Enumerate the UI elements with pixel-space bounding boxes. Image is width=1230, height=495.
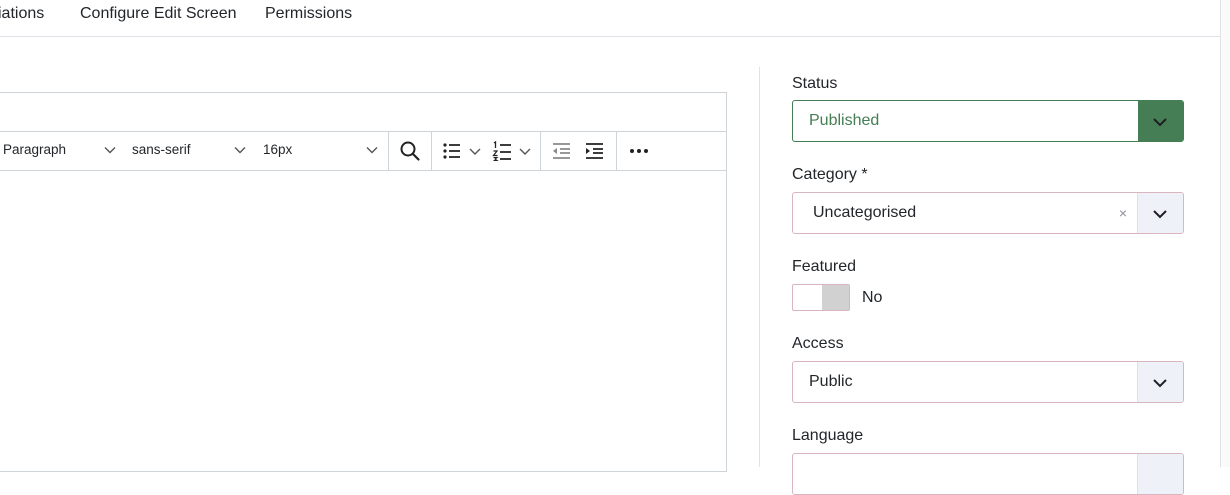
outdent-icon — [553, 143, 570, 159]
toggle-knob — [822, 285, 849, 310]
access-value: Public — [809, 373, 853, 390]
status-dropdown-button[interactable] — [1138, 101, 1183, 141]
toolbar-divider — [540, 131, 541, 170]
font-family-select[interactable]: sans-serif — [125, 131, 255, 170]
chevron-down-icon — [1153, 118, 1167, 127]
featured-label: Featured — [792, 258, 857, 275]
chevron-down-icon — [1153, 210, 1167, 219]
editor-menubar — [0, 93, 726, 132]
chevron-down-icon — [104, 147, 116, 154]
toolbar-divider — [388, 131, 389, 170]
status-select[interactable]: Published — [792, 100, 1184, 142]
bullet-list-button[interactable] — [441, 139, 485, 163]
category-value: Uncategorised — [813, 204, 917, 221]
font-size-value: 16px — [263, 142, 293, 157]
search-icon — [400, 141, 420, 161]
font-size-select[interactable]: 16px — [255, 131, 389, 170]
tab-configure-edit-screen[interactable]: Configure Edit Screen — [80, 5, 237, 23]
featured-state: No — [862, 289, 883, 306]
numbered-list-button[interactable] — [491, 139, 535, 163]
language-select[interactable] — [792, 453, 1184, 495]
language-dropdown-button[interactable] — [1137, 454, 1183, 494]
editor-content-area[interactable] — [0, 171, 726, 471]
block-format-value: Paragraph — [3, 142, 67, 157]
panel-divider — [759, 67, 760, 467]
font-family-value: sans-serif — [132, 142, 191, 157]
more-icon — [630, 149, 648, 153]
block-format-select[interactable]: Paragraph — [0, 131, 125, 170]
clear-icon[interactable]: × — [1119, 205, 1127, 221]
search-replace-button[interactable] — [398, 139, 422, 163]
bullet-list-icon — [443, 143, 481, 159]
chevron-down-icon — [366, 147, 378, 154]
category-dropdown-button[interactable] — [1137, 193, 1183, 233]
status-value: Published — [809, 112, 880, 129]
outdent-button[interactable] — [550, 139, 574, 163]
tab-bar: iations Configure Edit Screen Permission… — [0, 0, 1220, 37]
toolbar-divider — [431, 131, 432, 170]
indent-icon — [586, 143, 603, 159]
category-label: Category * — [792, 166, 868, 183]
access-select[interactable]: Public — [792, 361, 1184, 403]
access-label: Access — [792, 335, 844, 352]
featured-toggle[interactable] — [792, 284, 850, 311]
category-select[interactable]: Uncategorised × — [792, 192, 1184, 234]
chevron-down-icon — [1153, 379, 1167, 388]
tab-associations[interactable]: iations — [0, 5, 44, 23]
more-toolbar-button[interactable] — [627, 139, 651, 163]
access-dropdown-button[interactable] — [1137, 362, 1183, 402]
text-editor: Paragraph sans-serif 16px — [0, 92, 727, 472]
tab-permissions[interactable]: Permissions — [265, 5, 352, 23]
chevron-down-icon — [234, 147, 246, 154]
status-label: Status — [792, 75, 838, 92]
indent-button[interactable] — [583, 139, 607, 163]
numbered-list-icon — [492, 140, 531, 162]
scrollbar[interactable] — [1220, 0, 1230, 467]
editor-toolbar: Paragraph sans-serif 16px — [0, 131, 726, 171]
language-label: Language — [792, 427, 864, 444]
toolbar-divider — [616, 131, 617, 170]
